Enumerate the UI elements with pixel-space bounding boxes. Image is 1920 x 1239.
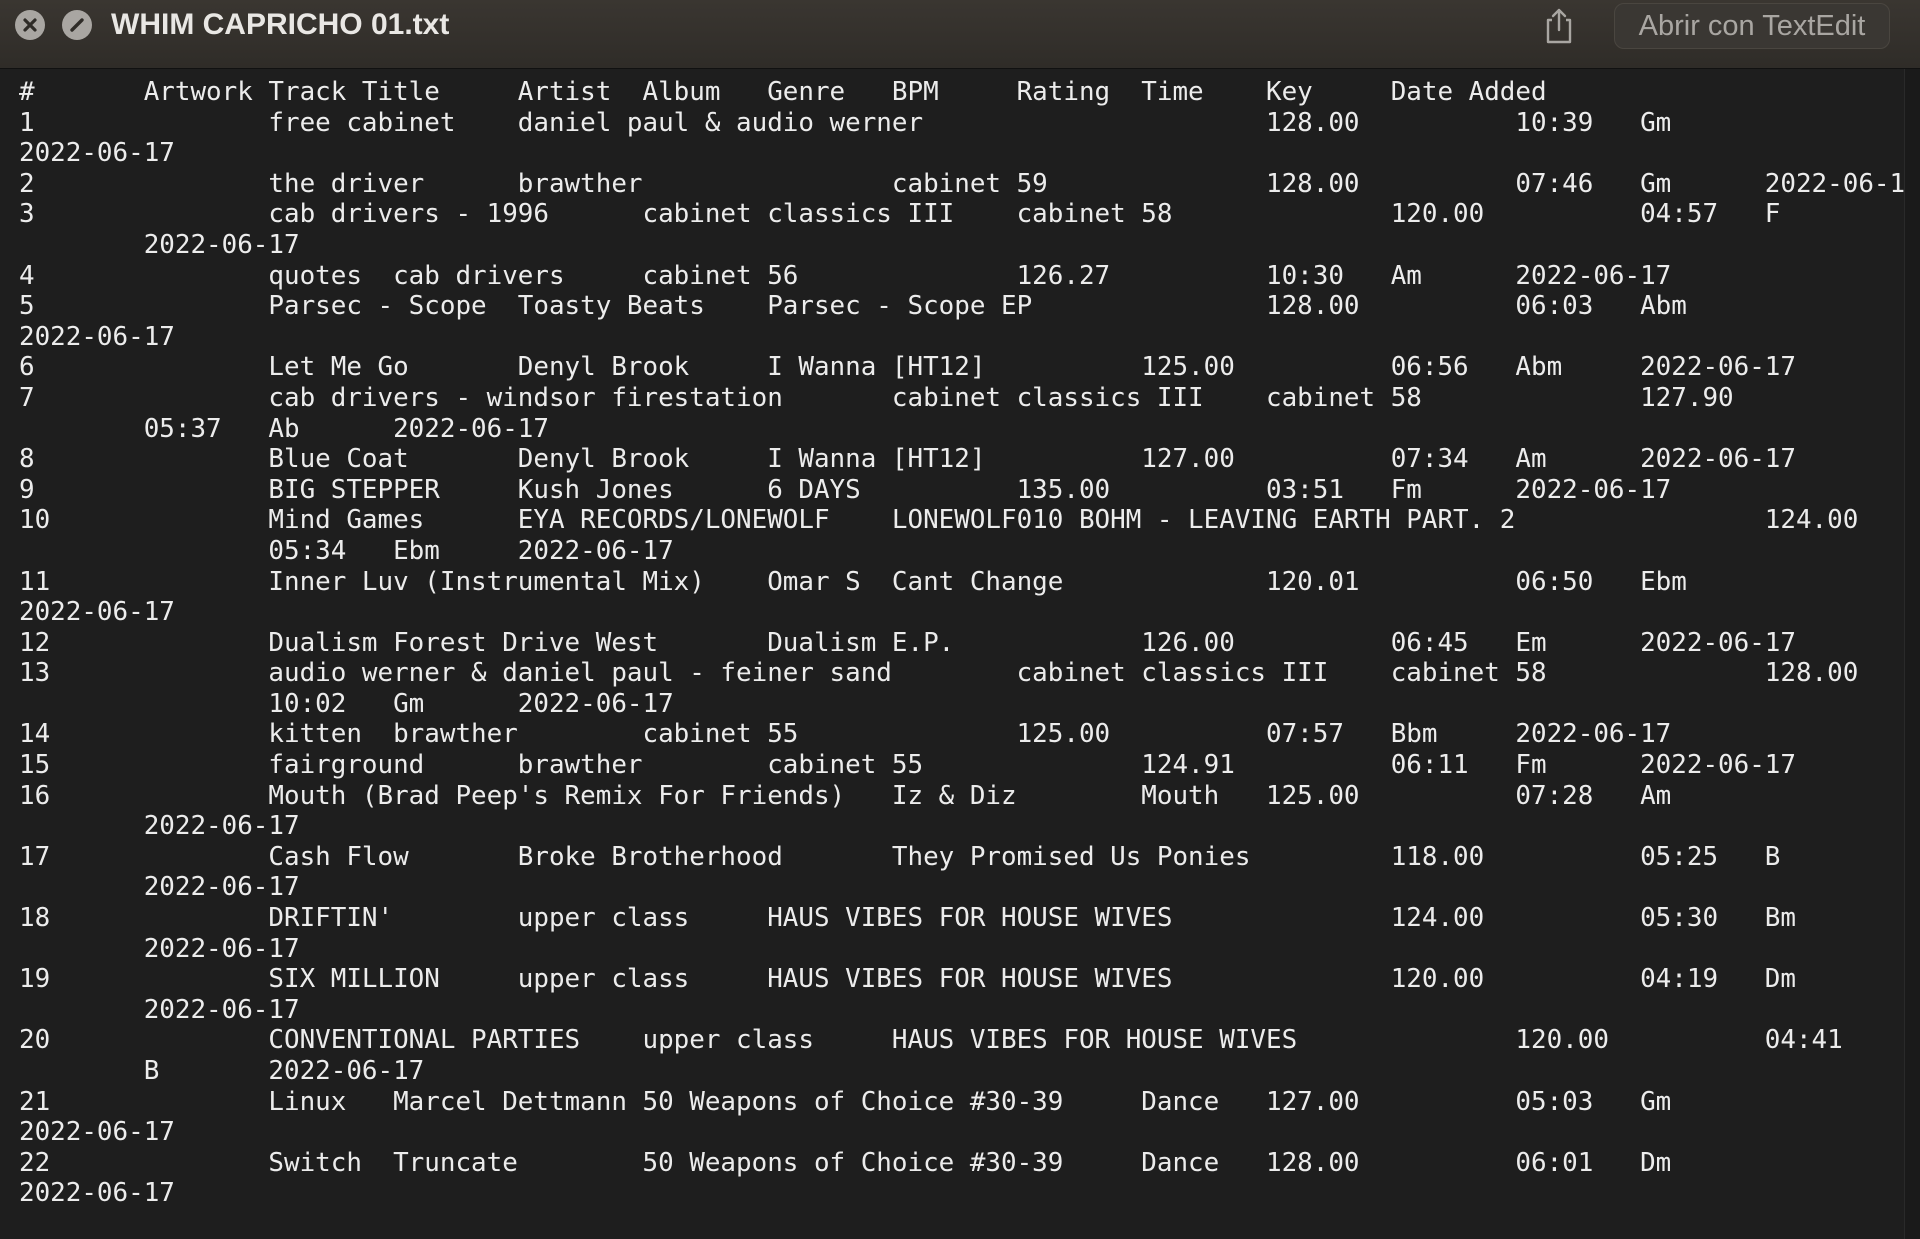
text-line: 2022-06-17 [19,1178,175,1209]
text-line: 05:37 Ab 2022-06-17 [19,413,549,444]
share-icon [1546,8,1572,44]
text-line: 17 Cash Flow Broke Brotherhood They Prom… [19,841,1781,872]
text-line: 15 fairground brawther cabinet 55 124.91… [19,750,1796,781]
text-line: 7 cab drivers - windsor firestation cabi… [19,382,1734,413]
text-line: 11 Inner Luv (Instrumental Mix) Omar S C… [19,566,1687,597]
window-title: WHIM CAPRICHO 01.txt [111,8,450,41]
text-line: 21 Linux Marcel Dettmann 50 Weapons of C… [19,1086,1672,1117]
quick-look-window: WHIM CAPRICHO 01.txt Abrir con TextEdit … [0,0,1920,1239]
text-line: 10:02 Gm 2022-06-17 [19,688,674,719]
text-line: 20 CONVENTIONAL PARTIES upper class HAUS… [19,1025,1843,1056]
text-line: 9 BIG STEPPER Kush Jones 6 DAYS 135.00 0… [19,474,1672,505]
title-bar: WHIM CAPRICHO 01.txt Abrir con TextEdit [0,0,1920,69]
text-line: 12 Dualism Forest Drive West Dualism E.P… [19,627,1796,658]
text-line: 2022-06-17 [19,872,300,903]
text-line: 05:34 Ebm 2022-06-17 [19,535,674,566]
text-line: 19 SIX MILLION upper class HAUS VIBES FO… [19,964,1796,995]
text-line: 2 the driver brawther cabinet 59 128.00 … [19,168,1904,199]
text-line: 22 Switch Truncate 50 Weapons of Choice … [19,1147,1672,1178]
text-line: 3 cab drivers - 1996 cabinet classics II… [19,199,1781,230]
text-line: 6 Let Me Go Denyl Brook I Wanna [HT12] 1… [19,352,1796,383]
text-line: 10 Mind Games EYA RECORDS/LONEWOLF LONEW… [19,505,1859,536]
document-text-area[interactable]: # Artwork Track Title Artist Album Genre… [0,69,1904,1239]
block-icon [70,18,84,32]
text-line: B 2022-06-17 [19,1056,425,1086]
text-line: 5 Parsec - Scope Toasty Beats Parsec - S… [19,291,1687,322]
text-line: 8 Blue Coat Denyl Brook I Wanna [HT12] 1… [19,444,1796,475]
text-line: 2022-06-17 [19,321,175,352]
text-line: 16 Mouth (Brad Peep's Remix For Friends)… [19,780,1672,811]
text-line: 2022-06-17 [19,138,175,169]
text-line: # Artwork Track Title Artist Album Genre… [19,77,1547,107]
text-line: 2022-06-17 [19,994,300,1025]
text-line: 14 kitten brawther cabinet 55 125.00 07:… [19,719,1672,750]
open-with-textedit-button[interactable]: Abrir con TextEdit [1614,3,1890,49]
block-button[interactable] [62,10,92,40]
text-line: 18 DRIFTIN' upper class HAUS VIBES FOR H… [19,903,1796,934]
text-line: 2022-06-17 [19,933,300,964]
close-button[interactable] [15,10,45,40]
text-line: 13 audio werner & daniel paul - feiner s… [19,658,1859,689]
close-icon [23,18,37,32]
text-line: 4 quotes cab drivers cabinet 56 126.27 1… [19,260,1672,291]
share-button[interactable] [1540,4,1578,46]
text-line: 1 free cabinet daniel paul & audio werne… [19,107,1672,138]
text-line: 2022-06-17 [19,597,175,628]
text-line: 2022-06-17 [19,811,300,842]
scrollbar[interactable] [1904,69,1920,1239]
document-text: # Artwork Track Title Artist Album Genre… [19,77,1904,1209]
text-line: 2022-06-17 [19,229,300,260]
text-line: 2022-06-17 [19,1117,175,1148]
